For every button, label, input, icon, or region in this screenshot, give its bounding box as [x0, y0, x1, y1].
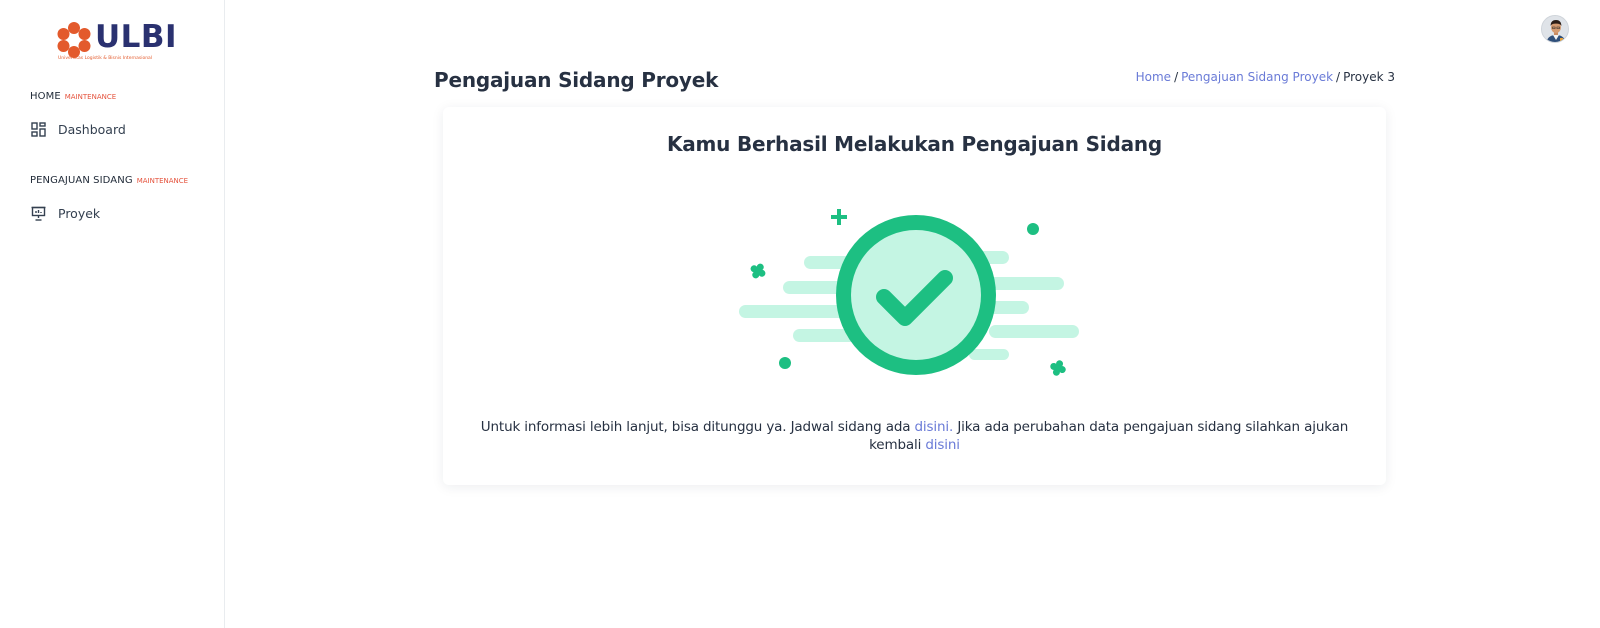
menu-section-pengajuan-title: PENGAJUAN SIDANG: [30, 175, 133, 186]
sidebar: ULBI Universitas Logistik & Bisnis Inter…: [0, 0, 225, 628]
menu-section-home-title: HOME: [30, 91, 61, 102]
menu-section-pengajuan-sidang: PENGAJUAN SIDANG MAINTENANCE: [30, 175, 188, 186]
sidebar-item-label: Proyek: [58, 205, 101, 221]
breadcrumb: Home / Pengajuan Sidang Proyek / Proyek 3: [1136, 70, 1395, 84]
resubmit-link[interactable]: disini: [925, 437, 960, 453]
breadcrumb-separator: /: [1174, 70, 1179, 84]
user-avatar[interactable]: [1541, 15, 1569, 43]
logo-subtitle: Universitas Logistik & Bisnis Internasio…: [58, 56, 153, 61]
breadcrumb-current: Proyek 3: [1343, 70, 1395, 84]
success-message: Untuk informasi lebih lanjut, bisa ditun…: [463, 418, 1366, 454]
sidebar-item-proyek[interactable]: Proyek: [30, 203, 100, 223]
sidebar-item-label: Dashboard: [58, 121, 126, 137]
success-card: Kamu Berhasil Melakukan Pengajuan Sidang: [443, 107, 1386, 485]
user-avatar-icon: [1542, 16, 1568, 42]
maintenance-badge: MAINTENANCE: [64, 93, 117, 101]
logo-mark-icon: [57, 22, 91, 58]
page-title: Pengajuan Sidang Proyek: [434, 68, 719, 92]
ulbi-logo[interactable]: ULBI Universitas Logistik & Bisnis Inter…: [57, 19, 177, 64]
dashboard-icon: [30, 121, 46, 137]
success-title: Kamu Berhasil Melakukan Pengajuan Sidang: [666, 132, 1163, 156]
breadcrumb-pengajuan-link[interactable]: Pengajuan Sidang Proyek: [1181, 70, 1333, 84]
maintenance-badge: MAINTENANCE: [136, 177, 189, 185]
breadcrumb-home-link[interactable]: Home: [1136, 70, 1171, 84]
success-check-icon: [739, 209, 1079, 376]
menu-section-home: HOME MAINTENANCE: [30, 91, 116, 102]
schedule-link[interactable]: disini.: [915, 419, 954, 435]
message-text-1: Untuk informasi lebih lanjut, bisa ditun…: [480, 419, 915, 435]
logo-text: ULBI: [95, 19, 178, 55]
sidebar-item-dashboard[interactable]: Dashboard: [30, 119, 126, 139]
presentation-icon: [30, 205, 46, 221]
breadcrumb-separator: /: [1336, 70, 1341, 84]
